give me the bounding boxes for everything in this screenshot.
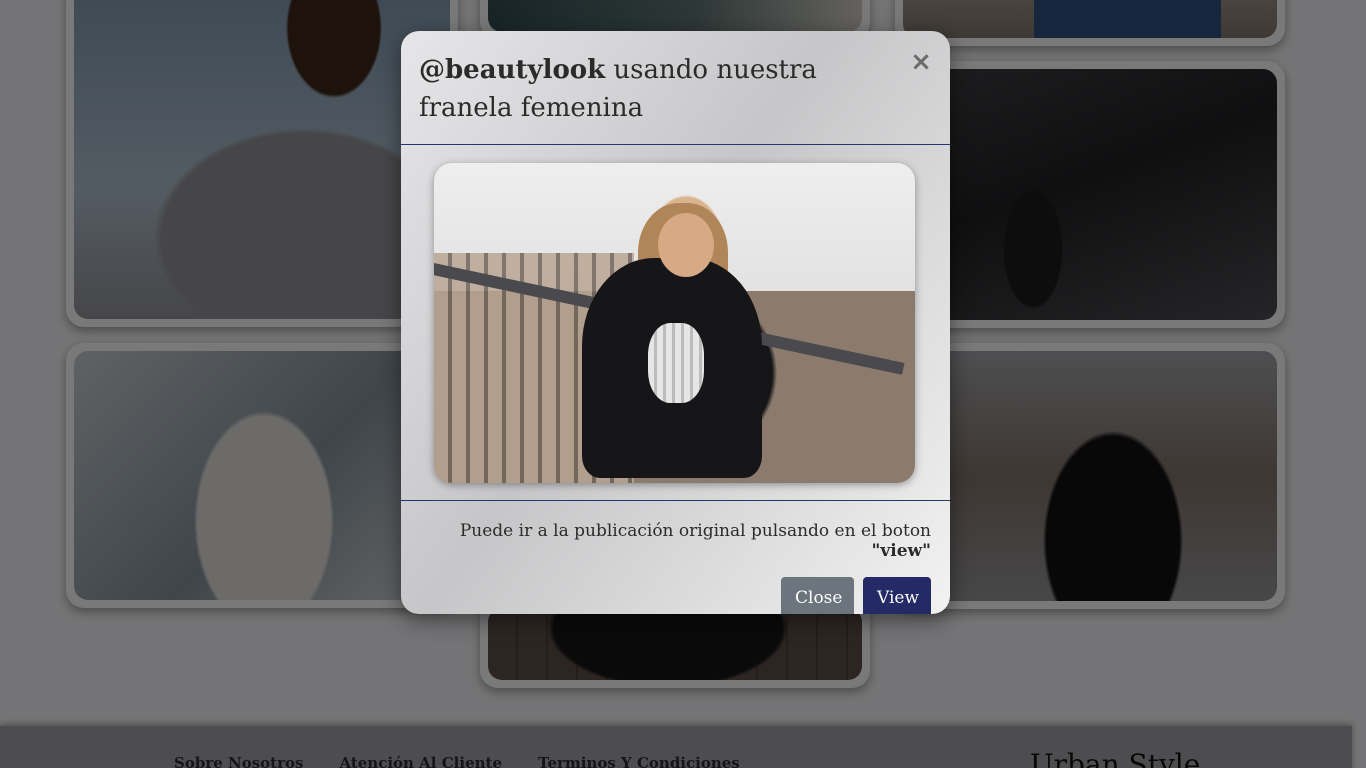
modal-title-handle: @beautylook (419, 55, 606, 85)
modal-body (401, 145, 950, 501)
image-face (658, 213, 714, 277)
modal-header: @beautylook usando nuestra franela femen… (401, 31, 950, 145)
modal-button-row: Close View (401, 577, 931, 614)
modal-footer: Puede ir a la publicación original pulsa… (401, 501, 950, 614)
modal-footer-emphasis: "view" (871, 541, 932, 561)
modal-footer-text: Puede ir a la publicación original pulsa… (459, 521, 931, 541)
close-icon[interactable]: × (908, 49, 934, 75)
close-button[interactable]: Close (781, 577, 854, 614)
modal-footer-message: Puede ir a la publicación original pulsa… (401, 521, 931, 561)
post-modal: @beautylook usando nuestra franela femen… (401, 31, 950, 614)
post-image (434, 163, 915, 483)
image-skeleton-hand-print (648, 323, 704, 403)
view-button[interactable]: View (863, 577, 931, 614)
modal-title: @beautylook usando nuestra franela femen… (419, 51, 890, 127)
